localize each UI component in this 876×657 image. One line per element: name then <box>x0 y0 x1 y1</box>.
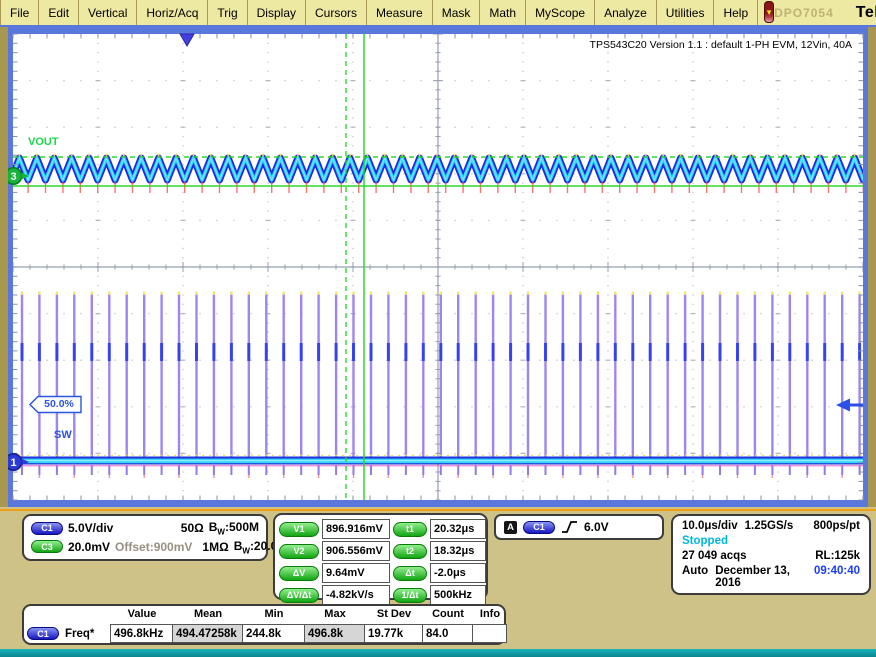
menu-bar: FileEditVerticalHoriz/AcqTrigDisplayCurs… <box>0 0 876 27</box>
sample-rate: 1.25GS/s <box>745 520 794 532</box>
menu-item-vertical[interactable]: Vertical <box>79 0 137 25</box>
rising-edge-icon <box>561 520 578 534</box>
menu-items: FileEditVerticalHoriz/AcqTrigDisplayCurs… <box>0 0 758 25</box>
waveform-display[interactable]: 31 TPS543C20 Version 1.1 : default 1-PH … <box>8 27 868 507</box>
table-cell-4: 19.77k <box>364 624 423 643</box>
right-frame <box>868 27 876 507</box>
ch1-termination: 50Ω <box>181 521 204 535</box>
horizontal-scale: 10.0μs/div <box>682 520 738 532</box>
table-row-channel-badge[interactable]: C1 <box>27 627 59 640</box>
scope-graticule: 31 <box>8 27 868 507</box>
ch1-readout[interactable]: C1 5.0V/div 50Ω BW:500M <box>31 520 259 536</box>
table-header-st-dev: St Dev <box>365 608 423 624</box>
cursor-t2-badge: t2 <box>393 544 427 559</box>
table-header-mean: Mean <box>173 608 243 624</box>
cursor-t1-value: 20.32μs <box>430 519 486 539</box>
ch3-reference-marker-digit: 3 <box>10 171 16 183</box>
table-header-count: Count <box>423 608 473 624</box>
cursor-dvdt-value: -4.82kV/s <box>322 585 390 605</box>
menu-item-analyze[interactable]: Analyze <box>595 0 657 25</box>
menu-item-cursors[interactable]: Cursors <box>306 0 367 25</box>
menu-item-utilities[interactable]: Utilities <box>657 0 715 25</box>
cursor-t1-badge: t1 <box>393 522 427 537</box>
menu-item-myscope[interactable]: MyScope <box>526 0 595 25</box>
horizontal-readout-panel: 10.0μs/div 1.25GS/s 800ps/pt Stopped 27 … <box>671 514 871 595</box>
vout-label: VOUT <box>28 136 59 148</box>
table-cell-3: 496.8k <box>304 624 365 643</box>
channel-readout-panel: C1 5.0V/div 50Ω BW:500M C3 20.0mV Offset… <box>22 514 268 561</box>
menu-item-horiz-acq[interactable]: Horiz/Acq <box>137 0 208 25</box>
table-cell-0: 496.8kHz <box>110 624 173 643</box>
table-header-value: Value <box>111 608 173 624</box>
menu-overflow-button[interactable]: ▼ <box>764 1 774 23</box>
record-length: RL:125k <box>815 550 860 562</box>
cursor-dt-value: -2.0μs <box>430 563 486 583</box>
ch1-badge[interactable]: C1 <box>31 522 63 535</box>
cursor-dvdt-badge: ΔV/Δt <box>279 588 319 603</box>
trigger-a-badge: A <box>504 521 517 534</box>
cursor-invdt-value: 500kHz <box>430 585 486 605</box>
time-label: 09:40:40 <box>814 565 860 577</box>
table-cell-2: 244.8k <box>242 624 305 643</box>
measurement-table-row: C1 Freq* 496.8kHz494.47258k244.8k496.8k19.… <box>27 624 504 643</box>
down-triangle-icon: ▼ <box>765 8 773 17</box>
annotation-text: TPS543C20 Version 1.1 : default 1-PH EVM… <box>590 39 852 51</box>
model-label: DPO7054 <box>774 6 834 20</box>
table-header-max: Max <box>305 608 365 624</box>
ch1-reference-marker-digit: 1 <box>10 457 16 469</box>
ch3-readout[interactable]: C3 20.0mV Offset:900mV 1MΩ BW:20.0M <box>31 539 259 555</box>
menu-item-measure[interactable]: Measure <box>367 0 433 25</box>
measurement-table-panel: ValueMeanMinMaxSt DevCountInfo C1 Freq* 49… <box>22 604 506 645</box>
table-header-info: Info <box>473 608 507 624</box>
tek-logo: Tek <box>856 4 876 22</box>
ch1-bandwidth: BW:500M <box>209 520 259 536</box>
trigger-source-badge[interactable]: C1 <box>523 521 555 534</box>
menu-item-math[interactable]: Math <box>480 0 526 25</box>
table-row-name: Freq* <box>65 628 94 640</box>
trigger-mode: Auto <box>682 565 708 577</box>
trigger-position-tag[interactable]: 50.0% <box>39 398 79 410</box>
sample-resolution: 800ps/pt <box>813 520 860 532</box>
acquisition-count: 27 049 acqs <box>682 550 747 562</box>
cursor-invdt-badge: 1/Δt <box>393 588 427 603</box>
table-header-min: Min <box>243 608 305 624</box>
ch1-scale: 5.0V/div <box>68 521 113 535</box>
date-label: December 13, 2016 <box>715 565 814 589</box>
measurement-table-header: ValueMeanMinMaxSt DevCountInfo <box>27 608 504 624</box>
cursor-dv-value: 9.64mV <box>322 563 390 583</box>
cursor-v2-badge: V2 <box>279 544 319 559</box>
table-cell-6 <box>472 624 507 643</box>
menu-item-edit[interactable]: Edit <box>39 0 79 25</box>
ch3-scale: 20.0mV <box>68 540 110 554</box>
menu-item-file[interactable]: File <box>0 0 39 25</box>
cursor-v1-value: 896.916mV <box>322 519 390 539</box>
bottom-edge-bar <box>0 649 876 657</box>
cursor-dt-badge: Δt <box>393 566 427 581</box>
cursor-readout-panel: V1896.916mVt120.32μs V2906.556mVt218.32μs… <box>273 513 488 600</box>
acquisition-status: Stopped <box>682 535 728 547</box>
menu-item-mask[interactable]: Mask <box>433 0 481 25</box>
oscilloscope-screen: FileEditVerticalHoriz/AcqTrigDisplayCurs… <box>0 0 876 657</box>
separator-line <box>0 509 876 511</box>
left-frame <box>0 27 8 507</box>
cursor-v2-value: 906.556mV <box>322 541 390 561</box>
menu-item-trig[interactable]: Trig <box>208 0 247 25</box>
ch3-offset: Offset:900mV <box>115 540 192 554</box>
ch3-termination: 1MΩ <box>202 540 228 554</box>
table-cell-1: 494.47258k <box>172 624 243 643</box>
cursor-dv-badge: ΔV <box>279 566 319 581</box>
sw-label: SW <box>54 429 72 441</box>
table-cell-5: 84.0 <box>422 624 473 643</box>
ch3-badge[interactable]: C3 <box>31 540 63 553</box>
menu-item-help[interactable]: Help <box>714 0 758 25</box>
cursor-t2-value: 18.32μs <box>430 541 486 561</box>
menu-item-display[interactable]: Display <box>248 0 306 25</box>
trigger-readout-panel: A C1 6.0V <box>494 514 664 540</box>
cursor-v1-badge: V1 <box>279 522 319 537</box>
trigger-level: 6.0V <box>584 520 609 534</box>
